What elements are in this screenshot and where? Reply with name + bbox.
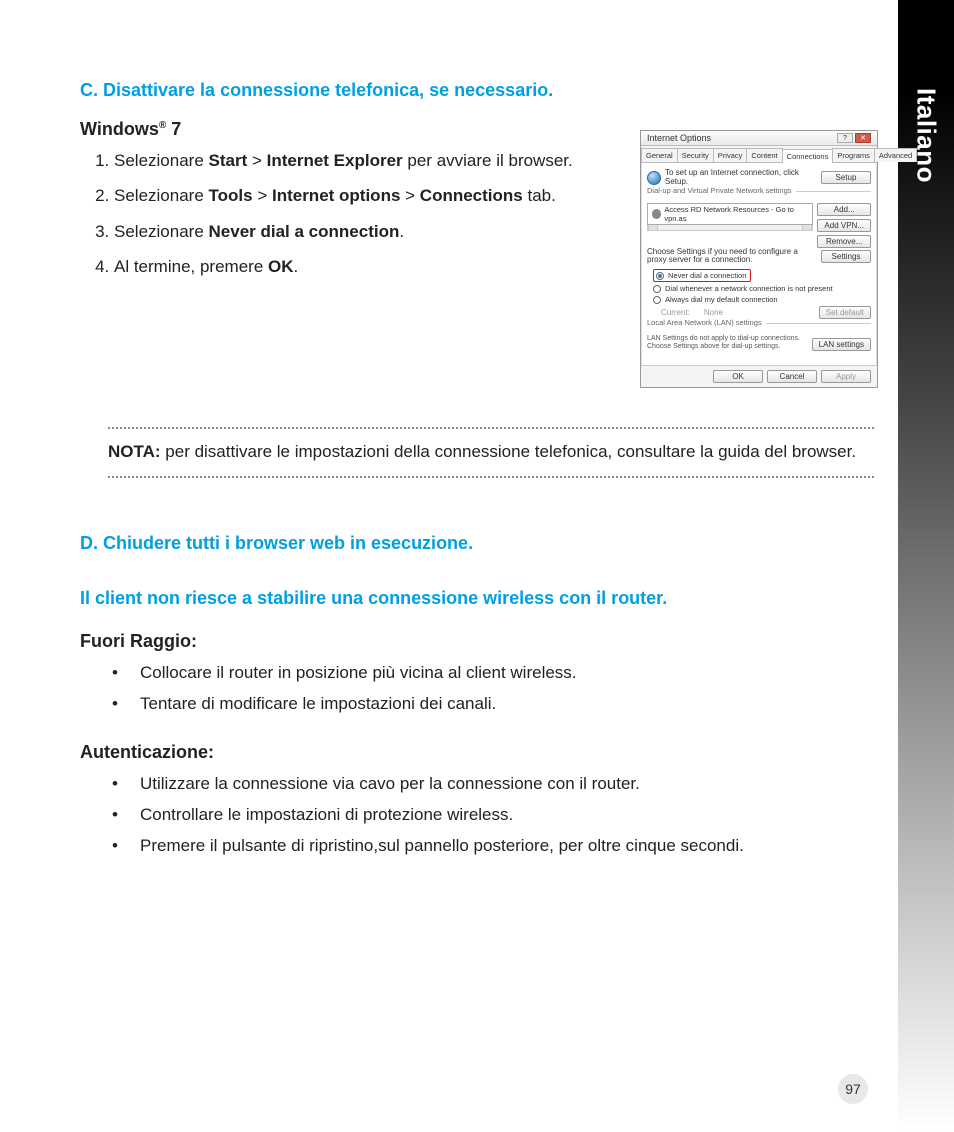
settings-button[interactable]: Settings: [821, 250, 871, 263]
language-side-tab: Italiano: [898, 0, 954, 1132]
dialog-titlebar: Internet Options ? ✕: [641, 131, 877, 146]
lan-settings-button[interactable]: LAN settings: [812, 338, 871, 351]
tab-privacy[interactable]: Privacy: [713, 148, 748, 162]
auth-heading: Autenticazione:: [80, 742, 874, 763]
close-button[interactable]: ✕: [855, 133, 871, 143]
fuori-list: Collocare il router in posizione più vic…: [80, 662, 874, 716]
auth-list: Utilizzare la connessione via cavo per l…: [80, 773, 874, 858]
tab-security[interactable]: Security: [677, 148, 714, 162]
radio-always-dial-row: Always dial my default connection: [653, 295, 871, 304]
apply-button[interactable]: Apply: [821, 370, 871, 383]
dialog-footer: OK Cancel Apply: [641, 365, 877, 387]
help-button[interactable]: ?: [837, 133, 853, 143]
radio-always-dial-label: Always dial my default connection: [665, 295, 778, 304]
vpn-listbox[interactable]: Access RD Network Resources - Go to vpn.…: [647, 203, 813, 225]
radio-never-dial[interactable]: [656, 272, 664, 280]
issue-heading: Il client non riesce a stabilire una con…: [80, 588, 874, 609]
section-d-heading: D. Chiudere tutti i browser web in esecu…: [80, 533, 874, 554]
page-number: 97: [838, 1074, 868, 1104]
globe-icon: [647, 171, 661, 185]
kw-ok: OK: [268, 257, 294, 276]
highlight-box: Never dial a connection: [653, 269, 751, 282]
section-c-heading: C. Disattivare la connessione telefonica…: [80, 80, 874, 101]
tab-content[interactable]: Content: [746, 148, 782, 162]
os-text: Windows: [80, 119, 159, 139]
t: >: [400, 186, 419, 205]
t: >: [253, 186, 272, 205]
proxy-text: Choose Settings if you need to configure…: [647, 248, 817, 266]
t: Selezionare: [114, 222, 209, 241]
t: Al termine, premere: [114, 257, 268, 276]
list-scrollbar[interactable]: [647, 225, 813, 231]
internet-options-dialog: Internet Options ? ✕ General Security Pr…: [640, 130, 878, 388]
reg-mark: ®: [159, 120, 166, 131]
add-vpn-button[interactable]: Add VPN...: [817, 219, 871, 232]
os-ver: 7: [171, 119, 181, 139]
tab-general[interactable]: General: [641, 148, 678, 162]
dialog-title: Internet Options: [647, 133, 711, 143]
fuori-raggio-heading: Fuori Raggio:: [80, 631, 874, 652]
vpn-list-row: Access RD Network Resources - Go to vpn.…: [647, 203, 871, 248]
fuori-item-1: Collocare il router in posizione più vic…: [140, 662, 874, 685]
ok-button[interactable]: OK: [713, 370, 763, 383]
lan-text: LAN Settings do not apply to dial-up con…: [647, 335, 808, 350]
add-button[interactable]: Add...: [817, 203, 871, 216]
current-value: None: [704, 308, 723, 317]
radio-never-dial-row: Never dial a connection: [653, 269, 871, 282]
radio-dial-whenever-label: Dial whenever a network connection is no…: [665, 284, 833, 293]
group-dialup: Dial-up and Virtual Private Network sett…: [647, 191, 871, 201]
t: Selezionare: [114, 151, 209, 170]
language-label: Italiano: [911, 88, 942, 183]
window-buttons: ? ✕: [837, 133, 871, 143]
vpn-buttons: Add... Add VPN... Remove...: [817, 203, 871, 248]
page: Italiano C. Disattivare la connessione t…: [0, 0, 954, 1132]
kw-conn: Connections: [420, 186, 523, 205]
connection-icon: [652, 209, 661, 219]
radio-always-dial[interactable]: [653, 296, 661, 304]
t: tab.: [523, 186, 556, 205]
note-label: NOTA:: [108, 442, 161, 461]
note-text: NOTA: per disattivare le impostazioni de…: [108, 435, 874, 470]
t: per avviare il browser.: [403, 151, 573, 170]
kw-tools: Tools: [209, 186, 253, 205]
proxy-row: Choose Settings if you need to configure…: [647, 248, 871, 266]
auth-item-3: Premere il pulsante di ripristino,sul pa…: [140, 835, 874, 858]
kw-ie: Internet Explorer: [267, 151, 403, 170]
kw-start: Start: [209, 151, 248, 170]
tab-advanced[interactable]: Advanced: [874, 148, 917, 162]
radio-dial-whenever[interactable]: [653, 285, 661, 293]
remove-button[interactable]: Remove...: [817, 235, 871, 248]
fuori-item-2: Tentare di modificare le impostazioni de…: [140, 693, 874, 716]
dotted-rule-bottom: [108, 476, 874, 478]
cancel-button[interactable]: Cancel: [767, 370, 817, 383]
group-lan-label: Local Area Network (LAN) settings: [647, 318, 766, 327]
t: .: [399, 222, 404, 241]
t: Selezionare: [114, 186, 209, 205]
radio-never-dial-label: Never dial a connection: [668, 271, 746, 280]
group-dialup-label: Dial-up and Virtual Private Network sett…: [647, 186, 796, 195]
group-lan: Local Area Network (LAN) settings: [647, 323, 871, 333]
note-body: per disattivare le impostazioni della co…: [161, 442, 857, 461]
current-label: Current:: [661, 308, 690, 317]
dotted-rule-top: [108, 427, 874, 429]
auth-item-2: Controllare le impostazioni di protezion…: [140, 804, 874, 827]
tab-strip: General Security Privacy Content Connect…: [641, 146, 877, 163]
kw-neverdial: Never dial a connection: [209, 222, 400, 241]
tab-programs[interactable]: Programs: [832, 148, 875, 162]
t: .: [294, 257, 299, 276]
lan-row: LAN Settings do not apply to dial-up con…: [647, 335, 871, 354]
auth-item-1: Utilizzare la connessione via cavo per l…: [140, 773, 874, 796]
setup-row: To set up an Internet connection, click …: [647, 169, 871, 187]
dialog-body: To set up an Internet connection, click …: [641, 163, 877, 365]
set-default-button[interactable]: Set default: [819, 306, 871, 319]
vpn-left: Access RD Network Resources - Go to vpn.…: [647, 203, 813, 235]
setup-text: To set up an Internet connection, click …: [665, 169, 817, 187]
radio-dial-whenever-row: Dial whenever a network connection is no…: [653, 284, 871, 293]
vpn-list-item: Access RD Network Resources - Go to vpn.…: [664, 205, 808, 223]
setup-button[interactable]: Setup: [821, 171, 871, 184]
kw-inetopt: Internet options: [272, 186, 400, 205]
note-box: NOTA: per disattivare le impostazioni de…: [108, 427, 874, 478]
t: >: [247, 151, 266, 170]
tab-connections[interactable]: Connections: [782, 149, 834, 163]
